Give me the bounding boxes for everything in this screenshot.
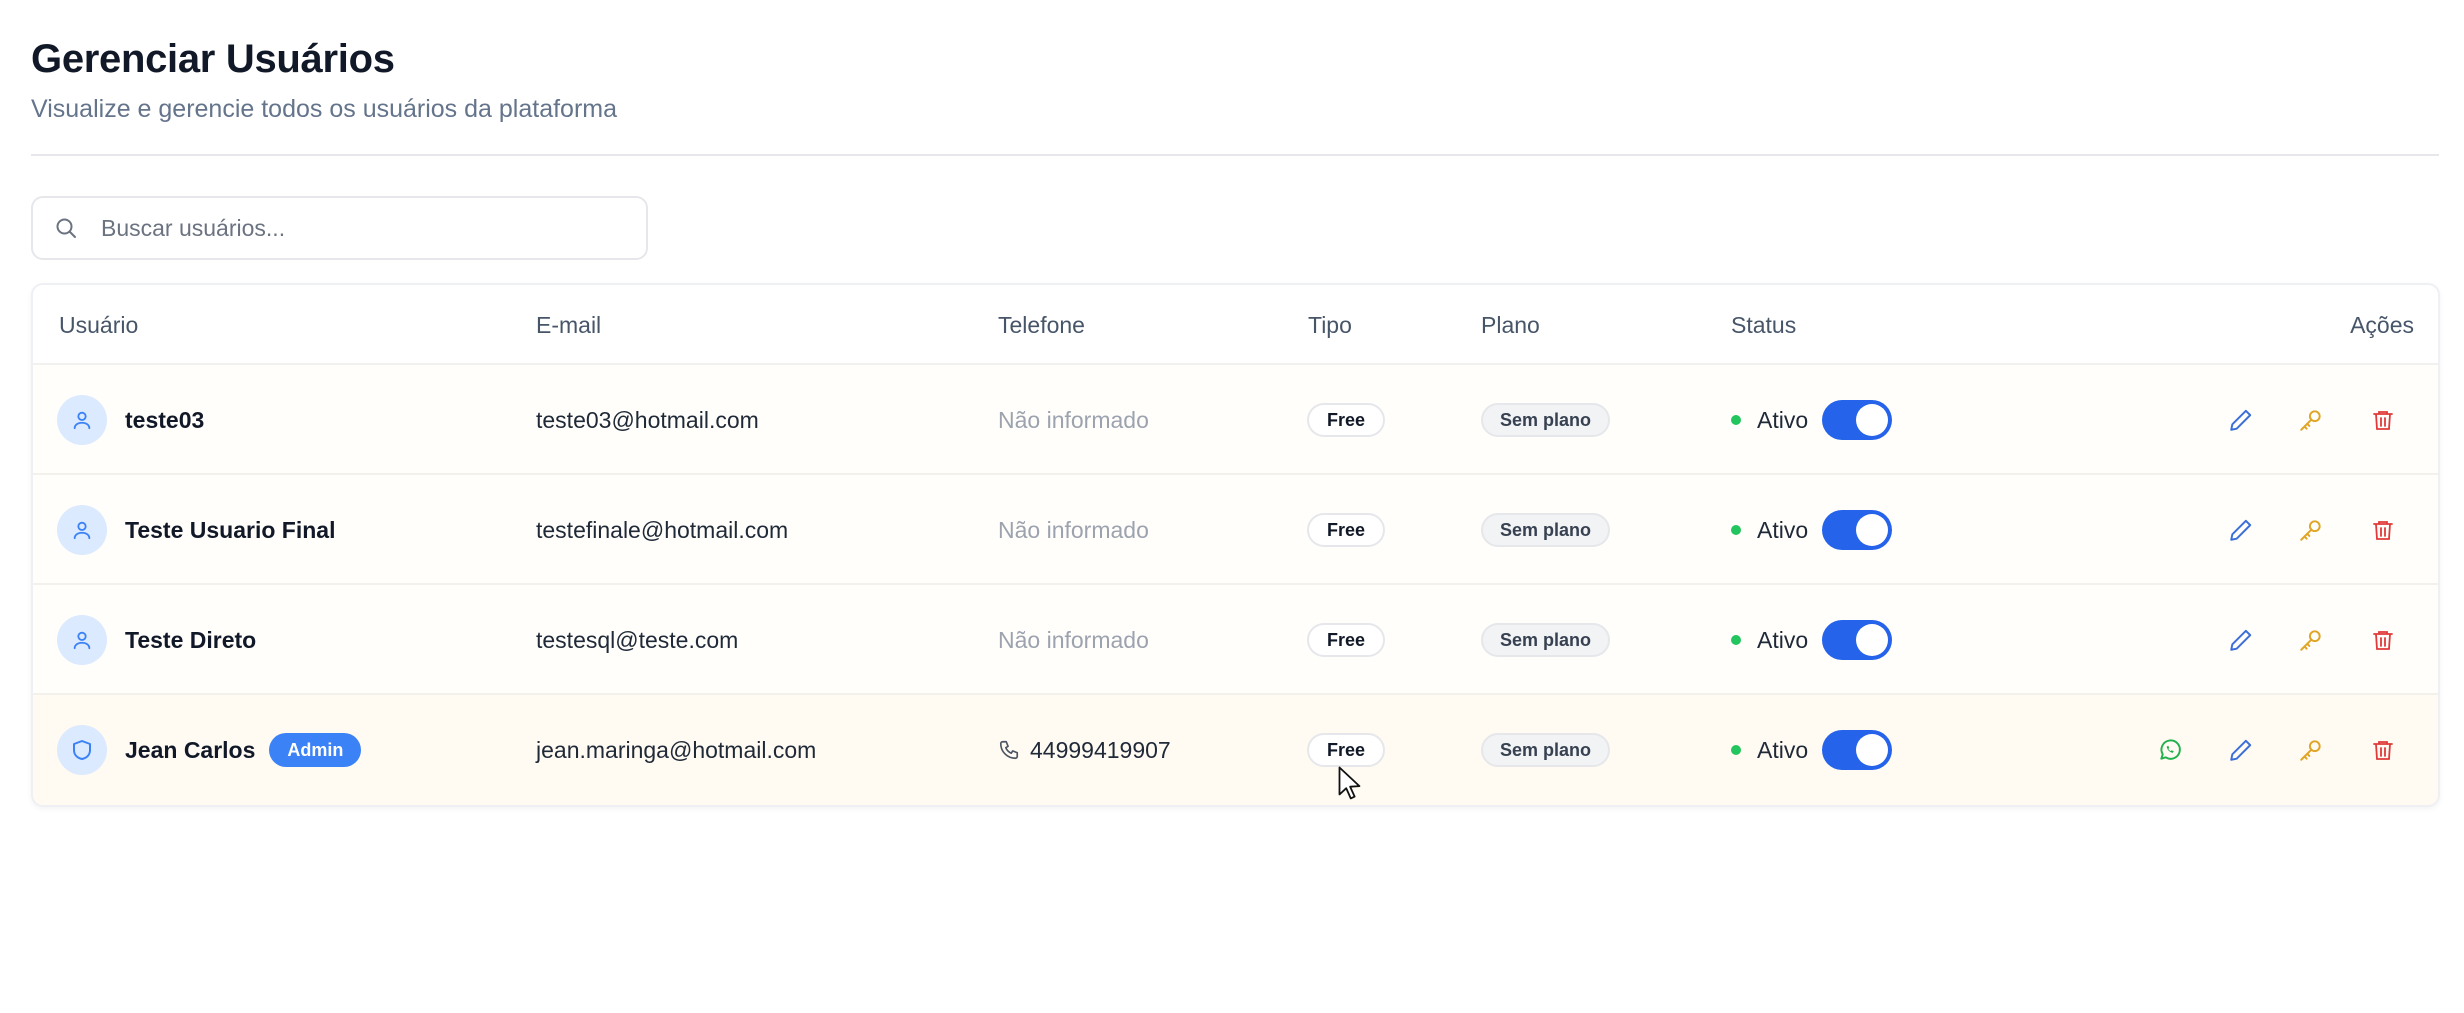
column-header-email[interactable]: E-mail [536,285,601,365]
status-label: Ativo [1757,626,1809,653]
trash-icon [2373,521,2393,540]
whatsapp-icon [2160,739,2181,760]
header-divider [31,154,2439,156]
column-header-plan[interactable]: Plano [1481,285,1540,365]
key-icon [2300,410,2321,431]
edit-button[interactable] [2225,734,2257,766]
user-email: testesql@teste.com [536,626,739,653]
pencil-icon [2230,629,2252,651]
column-header-status[interactable]: Status [1731,285,1796,365]
manage-users-page: Gerenciar Usuários Visualize e gerencie … [0,0,2464,1013]
password-button[interactable] [2295,624,2327,656]
user-phone: Não informado [998,406,1149,433]
delete-button[interactable] [2367,514,2399,546]
status-label: Ativo [1757,516,1809,543]
mouse-cursor-icon [1338,766,1362,807]
trash-icon [2373,741,2393,760]
status-toggle[interactable] [1822,400,1893,440]
table-row: teste03 teste03@hotmail.com Não informad… [33,365,2438,475]
phone-number: 44999419907 [1030,736,1171,763]
page-header: Gerenciar Usuários Visualize e gerencie … [31,34,617,124]
column-header-actions: Ações [2350,312,2414,338]
user-name: Teste Usuario Final [125,516,336,543]
pencil-icon [2230,409,2252,431]
table-row: Jean Carlos Admin jean.maringa@hotmail.c… [33,695,2438,805]
trash-icon [2373,631,2393,650]
user-icon [57,395,107,445]
shield-icon [57,725,107,775]
status-label: Ativo [1757,406,1809,433]
table-row: Teste Usuario Final testefinale@hotmail.… [33,475,2438,585]
user-email: jean.maringa@hotmail.com [536,736,817,763]
edit-button[interactable] [2225,404,2257,436]
status-toggle[interactable] [1822,730,1893,770]
key-icon [2300,740,2321,761]
status-dot [1731,415,1741,425]
password-button[interactable] [2295,734,2327,766]
user-phone: 44999419907 [998,695,1171,805]
column-header-user[interactable]: Usuário [59,285,138,365]
column-header-phone[interactable]: Telefone [998,285,1085,365]
admin-badge: Admin [269,733,362,767]
delete-button[interactable] [2367,734,2399,766]
search-box[interactable] [31,196,648,260]
type-badge: Free [1307,513,1386,547]
key-icon [2300,630,2321,651]
search-input[interactable] [101,214,621,242]
status-dot [1731,745,1741,755]
edit-button[interactable] [2225,624,2257,656]
search-icon [51,213,81,243]
user-phone: Não informado [998,516,1149,543]
user-email: teste03@hotmail.com [536,406,759,433]
user-name: Jean Carlos [125,736,256,763]
table-header: Usuário E-mail Telefone Tipo Plano Statu… [33,285,2438,365]
delete-button[interactable] [2367,624,2399,656]
plan-badge: Sem plano [1481,513,1611,547]
status-toggle[interactable] [1822,620,1893,660]
status-toggle[interactable] [1822,510,1893,550]
column-header-type[interactable]: Tipo [1308,285,1352,365]
plan-badge: Sem plano [1481,623,1611,657]
edit-button[interactable] [2225,514,2257,546]
type-badge: Free [1307,623,1386,657]
delete-button[interactable] [2367,404,2399,436]
trash-icon [2373,411,2393,430]
user-icon [57,615,107,665]
type-badge: Free [1307,733,1386,767]
status-dot [1731,635,1741,645]
status-label: Ativo [1757,736,1809,763]
user-icon [57,505,107,555]
type-badge: Free [1307,403,1386,437]
phone-icon [998,739,1020,761]
page-subtitle: Visualize e gerencie todos os usuários d… [31,95,617,123]
pencil-icon [2230,739,2252,761]
plan-badge: Sem plano [1481,733,1611,767]
users-table: Usuário E-mail Telefone Tipo Plano Statu… [31,283,2440,807]
key-icon [2300,520,2321,541]
user-name: teste03 [125,406,205,433]
user-email: testefinale@hotmail.com [536,516,789,543]
password-button[interactable] [2295,514,2327,546]
plan-badge: Sem plano [1481,403,1611,437]
table-row: Teste Direto testesql@teste.com Não info… [33,585,2438,695]
password-button[interactable] [2295,404,2327,436]
page-title: Gerenciar Usuários [31,37,395,81]
status-dot [1731,525,1741,535]
pencil-icon [2230,519,2252,541]
user-name: Teste Direto [125,626,257,653]
user-phone: Não informado [998,626,1149,653]
whatsapp-button[interactable] [2154,734,2186,766]
